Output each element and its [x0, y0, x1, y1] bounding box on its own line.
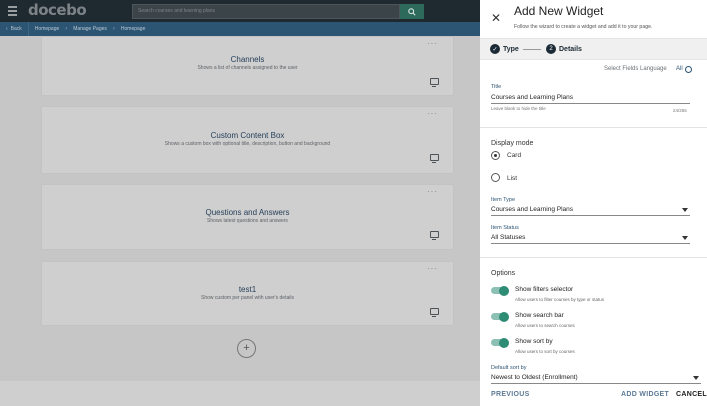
desktop-icon[interactable] [430, 308, 439, 317]
widget-description: Shows a list of channels assigned to the… [197, 65, 298, 71]
widget-description: Shows latest questions and answers [207, 218, 288, 224]
item-status-select[interactable]: All Statuses [491, 232, 690, 244]
step-connector [523, 49, 541, 50]
show-filters-desc: Allow users to filter courses by type or… [515, 297, 605, 302]
more-options-icon[interactable]: ··· [427, 39, 438, 48]
desktop-icon[interactable] [430, 78, 439, 87]
search-button[interactable] [400, 4, 424, 19]
display-mode-list-radio[interactable] [491, 173, 500, 182]
widget-title: Custom Content Box [210, 131, 285, 140]
show-search-desc: Allow users to search courses [515, 323, 575, 328]
title-hint: Leave blank to hide the title [491, 106, 546, 111]
divider [480, 127, 707, 128]
check-icon: ✓ [490, 44, 500, 54]
widget-card[interactable]: ··· Channels Shows a list of channels as… [41, 36, 454, 96]
divider [480, 257, 707, 258]
back-link[interactable]: ‹ Back [0, 22, 28, 36]
widget-title: Questions and Answers [205, 208, 290, 217]
item-type-select[interactable]: Courses and Learning Plans [491, 204, 690, 216]
default-sort-label: Default sort by [491, 365, 527, 371]
search-icon [408, 7, 416, 16]
previous-button[interactable]: PREVIOUS [491, 391, 530, 398]
step-details[interactable]: 2 Details [546, 44, 582, 54]
panel-footer: PREVIOUS ADD WIDGET CANCEL [480, 384, 707, 406]
item-status-value: All Statuses [491, 234, 526, 241]
cancel-button[interactable]: CANCEL [676, 391, 707, 398]
title-input[interactable]: Courses and Learning Plans [491, 92, 690, 104]
widget-card[interactable]: ··· Questions and Answers Shows latest q… [41, 184, 454, 250]
chevron-left-icon: ‹ [6, 26, 8, 32]
more-options-icon[interactable]: ··· [427, 109, 438, 118]
add-widget-button[interactable]: ADD WIDGET [621, 391, 669, 398]
widget-card[interactable]: ··· Custom Content Box Shows a custom bo… [41, 106, 454, 174]
docebo-logo[interactable]: docebo [28, 1, 87, 19]
add-widget-panel: ✕ Add New Widget Follow the wizard to cr… [480, 0, 707, 406]
more-options-icon[interactable]: ··· [427, 187, 438, 196]
display-mode-card-radio[interactable] [491, 151, 500, 160]
back-label: Back [10, 26, 22, 32]
canvas-footer [0, 381, 480, 406]
show-sort-toggle[interactable] [491, 337, 509, 348]
wizard-steps: ✓ Type 2 Details [480, 38, 707, 60]
panel-header: ✕ Add New Widget Follow the wizard to cr… [480, 0, 707, 38]
widget-title: test1 [238, 285, 257, 294]
close-icon[interactable]: ✕ [490, 12, 502, 24]
globe-icon[interactable] [685, 66, 692, 73]
breadcrumb-manage-pages[interactable]: Manage Pages [67, 22, 113, 36]
title-counter: 24/255 [673, 108, 687, 113]
breadcrumb: ‹ Back Homepage › Manage Pages › Homepag… [0, 22, 480, 36]
show-sort-label: Show sort by [515, 338, 553, 345]
breadcrumb-label: Manage Pages [73, 26, 107, 32]
breadcrumb-label: Homepage [120, 26, 146, 32]
title-label: Title [491, 84, 502, 90]
breadcrumb-homepage[interactable]: Homepage [27, 22, 65, 36]
panel-subtitle: Follow the wizard to create a widget and… [514, 24, 653, 30]
show-search-label: Show search bar [515, 312, 564, 319]
show-filters-label: Show filters selector [515, 286, 574, 293]
widget-title: Channels [230, 55, 265, 64]
item-type-value: Courses and Learning Plans [491, 206, 574, 213]
page-canvas: ··· Channels Shows a list of channels as… [0, 36, 480, 406]
desktop-icon[interactable] [430, 154, 439, 163]
menu-icon[interactable] [8, 6, 17, 16]
desktop-icon[interactable] [430, 231, 439, 240]
show-search-toggle[interactable] [491, 311, 509, 322]
show-filters-toggle[interactable] [491, 285, 509, 296]
step-number: 2 [546, 44, 556, 54]
add-widget-plus-icon[interactable]: + [237, 339, 256, 358]
display-mode-card-label[interactable]: Card [507, 152, 521, 159]
step-label: Type [503, 45, 519, 53]
options-label: Options [491, 270, 516, 277]
caret-down-icon [693, 376, 699, 380]
caret-down-icon [682, 208, 688, 212]
panel-title: Add New Widget [514, 4, 604, 18]
widget-card[interactable]: ··· test1 Show custom per panel with use… [41, 261, 454, 326]
display-mode-list-label[interactable]: List [507, 175, 517, 182]
breadcrumb-current: Homepage [115, 22, 151, 36]
step-label: Details [559, 45, 582, 53]
default-sort-value: Newest to Oldest (Enrollment) [491, 374, 578, 381]
display-mode-label: Display mode [491, 140, 534, 147]
breadcrumb-label: Homepage [34, 26, 60, 32]
default-sort-select[interactable]: Newest to Oldest (Enrollment) [491, 372, 701, 384]
more-options-icon[interactable]: ··· [427, 264, 438, 273]
language-value[interactable]: All [676, 66, 683, 72]
show-sort-desc: Allow users to sort by courses [515, 349, 575, 354]
widget-description: Show custom per panel with user's detail… [201, 295, 294, 301]
caret-down-icon [682, 236, 688, 240]
item-type-label: Item Type [491, 197, 516, 203]
widget-description: Shows a custom box with optional title, … [164, 141, 331, 147]
item-status-label: Item Status [491, 225, 519, 231]
language-label: Select Fields Language [604, 66, 667, 72]
step-type[interactable]: ✓ Type [490, 44, 519, 54]
search-input[interactable]: Search courses and learning plans [132, 4, 400, 19]
